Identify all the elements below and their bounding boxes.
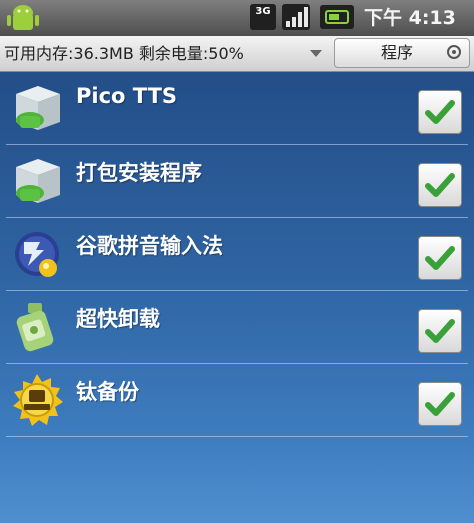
status-bar: 3G 下午 4:13: [0, 0, 474, 37]
pinyin-ime-icon: [15, 232, 59, 277]
uninstall-bottle-icon: [16, 303, 54, 352]
checkmark-icon: [425, 392, 455, 416]
info-header: 可用内存:36.3MB 剩余电量:50% 程序: [0, 36, 474, 72]
app-checkbox[interactable]: [418, 309, 462, 353]
row-divider: [6, 436, 468, 437]
app-name: 超快卸载: [76, 307, 160, 331]
app-checkbox[interactable]: [418, 163, 462, 207]
network-3g-icon: 3G: [250, 4, 276, 30]
memory-battery-dropdown[interactable]: 可用内存:36.3MB 剩余电量:50%: [0, 36, 330, 71]
app-name: Pico TTS: [76, 84, 178, 108]
program-filter-label: 程序: [381, 43, 414, 62]
checkmark-icon: [425, 100, 455, 124]
dropdown-circle-icon: [447, 45, 461, 59]
package-box-icon: [16, 86, 60, 130]
android-icon: [7, 5, 39, 30]
checkmark-icon: [425, 319, 455, 343]
dropdown-arrow-icon: [310, 50, 322, 57]
app-name: 谷歌拼音输入法: [76, 234, 223, 258]
checkmark-icon: [425, 246, 455, 270]
list-item[interactable]: 超快卸载: [0, 291, 474, 364]
titanium-backup-icon: [13, 374, 63, 426]
memory-battery-text: 可用内存:36.3MB 剩余电量:50%: [4, 44, 244, 63]
app-list: Pico TTS 打包安装程序 谷歌拼音输入法 超快卸载 钛备份: [0, 72, 474, 523]
signal-strength-icon: [282, 4, 310, 30]
status-time: 下午 4:13: [364, 7, 456, 29]
app-name: 钛备份: [76, 380, 139, 404]
list-item[interactable]: 钛备份: [0, 364, 474, 437]
app-checkbox[interactable]: [418, 382, 462, 426]
list-item[interactable]: Pico TTS: [0, 72, 474, 145]
network-label: 3G: [255, 6, 271, 17]
list-item[interactable]: 谷歌拼音输入法: [0, 218, 474, 291]
app-name: 打包安装程序: [76, 161, 202, 185]
app-checkbox[interactable]: [418, 236, 462, 280]
app-checkbox[interactable]: [418, 90, 462, 134]
checkmark-icon: [425, 173, 455, 197]
program-filter-button[interactable]: 程序: [334, 38, 470, 68]
list-item[interactable]: 打包安装程序: [0, 145, 474, 218]
battery-icon: [320, 5, 354, 29]
package-installer-icon: [16, 159, 60, 203]
